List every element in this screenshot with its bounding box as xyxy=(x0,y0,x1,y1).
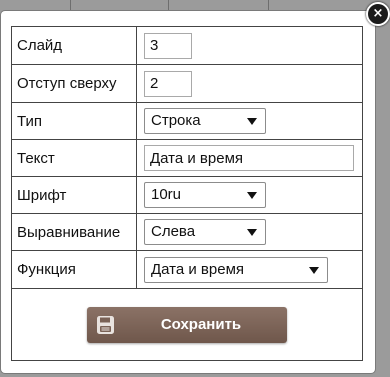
offset-top-field-cell xyxy=(136,64,363,103)
font-select[interactable]: 10ru xyxy=(144,182,266,208)
form-row-offset-top: Отступ сверху xyxy=(11,64,363,103)
save-button[interactable]: Сохранить xyxy=(87,306,287,343)
type-label: Тип xyxy=(11,102,137,140)
save-icon xyxy=(97,315,114,334)
alignment-label: Выравнивание xyxy=(11,213,137,251)
form-row-alignment: Выравнивание Слева xyxy=(11,213,363,251)
settings-form-table: Слайд Отступ сверху Тип Строка Текст Шри… xyxy=(11,26,363,361)
type-select-value: Строка xyxy=(151,112,201,129)
form-row-slide: Слайд xyxy=(11,26,363,65)
offset-top-label: Отступ сверху xyxy=(11,64,137,103)
function-select[interactable]: Дата и время xyxy=(144,256,328,283)
form-row-function: Функция Дата и время xyxy=(11,250,363,289)
text-input[interactable] xyxy=(144,145,354,171)
alignment-select[interactable]: Слева xyxy=(144,219,266,245)
save-cell: Сохранить xyxy=(11,288,363,361)
offset-top-input[interactable] xyxy=(144,70,192,97)
chevron-down-icon xyxy=(309,266,319,274)
form-row-type: Тип Строка xyxy=(11,102,363,140)
chevron-down-icon xyxy=(247,118,257,125)
slide-input[interactable] xyxy=(144,32,192,59)
function-label: Функция xyxy=(11,250,137,289)
alignment-field-cell: Слева xyxy=(136,213,363,251)
font-label: Шрифт xyxy=(11,176,137,214)
save-button-label: Сохранить xyxy=(160,315,242,333)
text-field-cell xyxy=(136,139,363,177)
chevron-down-icon xyxy=(247,192,257,199)
type-select[interactable]: Строка xyxy=(144,108,266,134)
font-field-cell: 10ru xyxy=(136,176,363,214)
text-label: Текст xyxy=(11,139,137,177)
function-field-cell: Дата и время xyxy=(136,250,363,289)
function-select-value: Дата и время xyxy=(151,260,245,278)
slide-field-cell xyxy=(136,26,363,65)
close-icon: × xyxy=(372,6,384,21)
form-row-save: Сохранить xyxy=(11,288,363,361)
slide-label: Слайд xyxy=(11,26,137,65)
font-select-value: 10ru xyxy=(151,186,182,203)
close-button[interactable]: × xyxy=(366,2,390,26)
type-field-cell: Строка xyxy=(136,102,363,140)
form-row-font: Шрифт 10ru xyxy=(11,176,363,214)
alignment-select-value: Слева xyxy=(151,223,196,240)
form-row-text: Текст xyxy=(11,139,363,177)
chevron-down-icon xyxy=(247,229,257,236)
